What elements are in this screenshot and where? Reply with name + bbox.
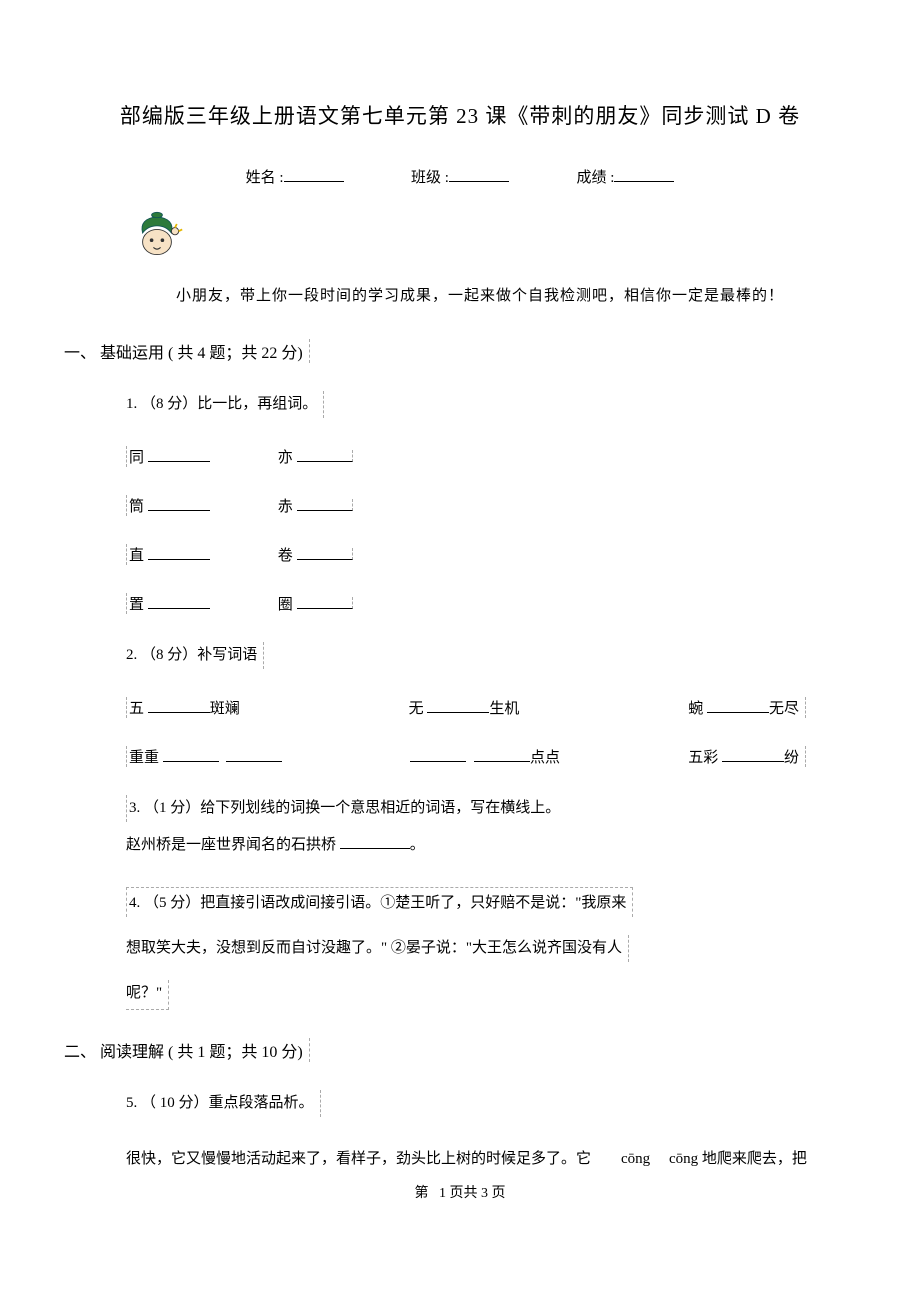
intro-text: 小朋友，带上你一段时间的学习成果，一起来做个自我检测吧，相信你一定是最棒的！ <box>176 284 850 305</box>
q1-blank[interactable] <box>148 597 210 609</box>
section-2-header: 二、 阅读理解 ( 共 1 题；共 10 分) <box>64 1038 850 1062</box>
q1-blank[interactable] <box>297 450 353 462</box>
q2-row-2: 重重 点点 五彩 纷 <box>126 746 806 767</box>
q5-paragraph: 很快，它又慢慢地活动起来了，看样子，劲头比上树的时候足多了。它 cōng cōn… <box>126 1145 850 1174</box>
q1-blank[interactable] <box>148 548 210 560</box>
score-blank[interactable] <box>614 168 674 182</box>
mascot-icon <box>70 205 850 284</box>
name-blank[interactable] <box>284 168 344 182</box>
q1-blank[interactable] <box>297 548 353 560</box>
q3-line: 赵州桥是一座世界闻名的石拱桥 。 <box>126 832 850 859</box>
q2-blank[interactable] <box>474 750 530 762</box>
q2-blank[interactable] <box>410 750 466 762</box>
section-1-header: 一、 基础运用 ( 共 4 题；共 22 分) <box>64 339 850 363</box>
q1-blank[interactable] <box>148 450 210 462</box>
q1-blank[interactable] <box>148 499 210 511</box>
class-blank[interactable] <box>449 168 509 182</box>
q2-blank[interactable] <box>226 750 282 762</box>
page-footer: 第 1 页共 3 页 <box>70 1182 850 1202</box>
q5-prompt: 5. （ 10 分）重点段落品析。 <box>126 1090 850 1117</box>
score-label: 成绩 : <box>576 170 614 186</box>
q4-line-c: 呢？" <box>126 980 850 1010</box>
q1-blank[interactable] <box>297 499 353 511</box>
q1-prompt: 1. （8 分）比一比，再组词。 <box>126 391 850 418</box>
q2-blank[interactable] <box>707 701 769 713</box>
name-label: 姓名 : <box>246 170 284 186</box>
q2-row-1: 五 斑斓 无 生机 蜿 无尽 <box>126 697 806 718</box>
q2-blank[interactable] <box>427 701 489 713</box>
q3-prompt: 3. （1 分）给下列划线的词换一个意思相近的词语，写在横线上。 <box>126 795 850 822</box>
q1-pair-row-2: 筒 赤 <box>126 495 850 516</box>
q1-pair-row-3: 直 卷 <box>126 544 850 565</box>
q1-pair-row-1: 同 亦 <box>126 446 850 467</box>
q3-blank[interactable] <box>340 837 410 849</box>
info-row: 姓名 : 班级 : 成绩 : <box>70 166 850 187</box>
q1-blank[interactable] <box>297 597 353 609</box>
page-title: 部编版三年级上册语文第七单元第 23 课《带刺的朋友》同步测试 D 卷 <box>70 100 850 130</box>
q4-line-b: 想取笑大夫，没想到反而自讨没趣了。" ②晏子说："大王怎么说齐国没有人 <box>126 935 850 962</box>
q2-prompt: 2. （8 分）补写词语 <box>126 642 850 669</box>
q1-pair-row-4: 置 圈 <box>126 593 850 614</box>
class-label: 班级 : <box>411 170 449 186</box>
q4-line-a: 4. （5 分）把直接引语改成间接引语。①楚王听了，只好赔不是说："我原来 <box>126 887 850 917</box>
q2-blank[interactable] <box>163 750 219 762</box>
q2-blank[interactable] <box>148 701 210 713</box>
q2-blank[interactable] <box>722 750 784 762</box>
